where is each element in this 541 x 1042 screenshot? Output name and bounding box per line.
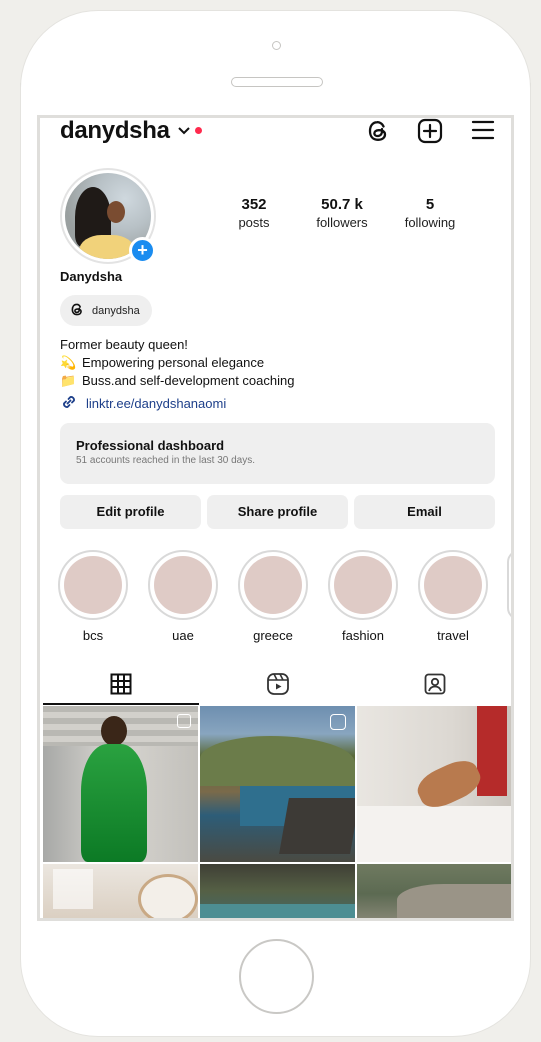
threads-icon[interactable]	[366, 118, 390, 149]
active-tab-indicator	[43, 703, 199, 705]
stat-posts-label: posts	[238, 215, 270, 230]
post-thumbnail[interactable]	[43, 706, 198, 862]
grid-icon	[110, 673, 132, 700]
profile-link[interactable]: linktr.ee/danydshanaomi	[60, 393, 226, 414]
add-story-icon[interactable]: +	[129, 237, 156, 264]
stat-posts-value: 352	[241, 196, 267, 213]
threads-badge[interactable]: danydsha	[60, 295, 152, 326]
highlight-label: fashion	[342, 628, 384, 643]
tab-tagged[interactable]	[356, 668, 511, 704]
highlight-travel[interactable]: travel	[418, 550, 488, 643]
profile-full-name: Danydsha	[60, 269, 123, 284]
profile-username[interactable]: danydsha	[60, 118, 170, 144]
new-post-icon[interactable]	[417, 118, 443, 149]
tab-reels[interactable]	[199, 668, 356, 704]
home-button[interactable]	[239, 939, 314, 1014]
threads-small-icon	[70, 302, 84, 320]
dashboard-title: Professional dashboard	[76, 438, 225, 453]
stat-posts[interactable]: 352 posts	[214, 196, 294, 231]
bio-line: Former beauty queen!	[60, 337, 188, 352]
stat-followers-value: 50.7 k	[321, 196, 363, 213]
highlight-fashion[interactable]: fashion	[328, 550, 398, 643]
post-thumbnail[interactable]	[357, 864, 511, 918]
stat-following[interactable]: 5 following	[390, 196, 470, 231]
threads-handle: danydsha	[92, 304, 140, 317]
post-thumbnail[interactable]	[200, 706, 355, 862]
bio-line: 💫 Empowering personal elegance	[60, 355, 265, 370]
tab-grid[interactable]	[43, 668, 199, 704]
stat-followers-label: followers	[316, 215, 368, 230]
highlight-partial[interactable]	[507, 550, 511, 620]
professional-dashboard[interactable]: Professional dashboard 51 accounts reach…	[60, 423, 495, 484]
highlight-bcs[interactable]: bcs	[58, 550, 128, 643]
highlight-label: bcs	[82, 628, 104, 643]
link-icon	[60, 393, 78, 414]
notification-dot	[195, 127, 202, 134]
chevron-down-icon[interactable]	[178, 123, 190, 138]
stat-followers[interactable]: 50.7 k followers	[302, 196, 382, 231]
tagged-icon	[423, 672, 447, 701]
profile-link-text: linktr.ee/danydshanaomi	[86, 396, 227, 411]
profile-bio: Former beauty queen! 💫 Empowering persona…	[60, 336, 294, 390]
highlight-label: greece	[253, 628, 293, 643]
profile-screen: danydsha + 352 posts 50.7 k followers 5 …	[37, 115, 514, 921]
dashboard-subtitle: 51 accounts reached in the last 30 days.	[76, 455, 256, 466]
highlight-greece[interactable]: greece	[238, 550, 308, 643]
reels-icon	[266, 672, 290, 701]
highlight-label: travel	[437, 628, 469, 643]
bio-line: 📁 Buss.and self-development coaching	[60, 373, 295, 388]
email-button[interactable]: Email	[354, 495, 495, 529]
post-thumbnail[interactable]	[200, 864, 355, 918]
menu-icon[interactable]	[471, 118, 495, 147]
post-thumbnail[interactable]	[43, 864, 198, 918]
highlight-uae[interactable]: uae	[148, 550, 218, 643]
front-camera	[272, 41, 281, 50]
stat-following-label: following	[404, 215, 456, 230]
post-thumbnail[interactable]	[357, 706, 511, 862]
folder-emoji-icon: 📁	[60, 373, 77, 388]
stat-following-value: 5	[425, 196, 435, 213]
sparkle-emoji-icon: 💫	[60, 355, 77, 370]
highlight-label: uae	[172, 628, 194, 643]
earpiece-speaker	[231, 77, 323, 87]
share-profile-button[interactable]: Share profile	[207, 495, 348, 529]
edit-profile-button[interactable]: Edit profile	[60, 495, 201, 529]
